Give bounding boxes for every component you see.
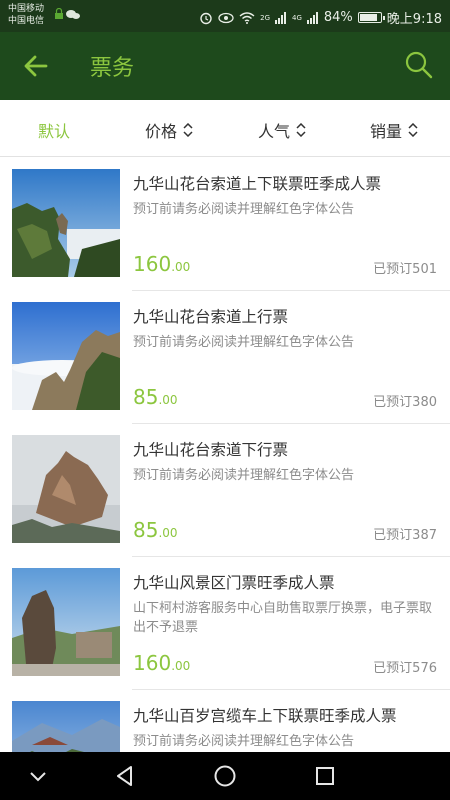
chevron-down-icon[interactable] [26,764,50,788]
status-right: 2G 4G 84% 晚上9:18 [199,8,442,27]
battery-percent: 84% [323,10,353,25]
ticket-thumbnail [12,568,120,676]
price-decimal: .00 [171,659,191,673]
ticket-name: 九华山花台索道上下联票旺季成人票 [133,175,382,193]
ticket-sold-count: 已预订387 [373,528,437,543]
ticket-name: 九华山百岁宫缆车上下联票旺季成人票 [133,707,397,725]
carrier-1: 中国移动 [8,4,45,14]
home-circle-icon[interactable] [213,764,237,788]
ticket-notice: 预订前请务必阅读并理解红色字体公告 [133,468,355,483]
ticket-thumbnail [12,701,120,752]
price-integer: 85 [133,518,159,542]
alarm-icon [200,12,212,24]
sort-sales[interactable]: 销量 [370,118,418,142]
ticket-thumbnail [12,169,120,277]
price-integer: 160 [133,252,172,276]
sort-price-label: 价格 [145,122,178,141]
price-decimal: .00 [171,260,191,274]
ticket-sold-count: 已预订380 [373,395,437,410]
ticket-notice: 预订前请务必阅读并理解红色字体公告 [133,202,355,217]
ticket-sold-count: 已预订501 [373,262,437,277]
back-triangle-icon[interactable] [113,764,137,788]
sort-default-label: 默认 [38,122,71,141]
ticket-price: 160.00 [133,252,190,276]
sort-sales-label: 销量 [370,122,403,141]
ticket-list[interactable]: 九华山花台索道上下联票旺季成人票 预订前请务必阅读并理解红色字体公告 160.0… [0,158,450,752]
ticket-sold-count: 已预订576 [373,661,437,676]
battery-fill [359,14,377,21]
price-integer: 160 [133,651,172,675]
ticket-price: 85.00 [133,385,178,409]
battery-icon [357,12,385,23]
ticket-notice: 山下柯村游客服务中心自助售取票厅换票，电子票取出不予退票 [133,601,433,635]
ticket-notice: 预订前请务必阅读并理解红色字体公告 [133,335,355,350]
network-type-2: 4G [292,13,302,22]
ticket-item[interactable]: 九华山花台索道下行票 预订前请务必阅读并理解红色字体公告 85.00 已预订38… [0,424,450,557]
ticket-item[interactable]: 九华山花台索道上下联票旺季成人票 预订前请务必阅读并理解红色字体公告 160.0… [0,158,450,291]
ticket-item[interactable]: 九华山花台索道上行票 预订前请务必阅读并理解红色字体公告 85.00 已预订38… [0,291,450,424]
price-decimal: .00 [158,393,178,407]
search-icon[interactable] [404,50,434,80]
ticket-price: 160.00 [133,651,190,675]
sort-toggle-icon [183,123,193,137]
signal-icon-2 [306,11,318,24]
network-type-1: 2G [260,13,270,22]
recents-square-icon[interactable] [313,764,337,788]
sort-popularity-label: 人气 [258,122,291,141]
sort-toggle-icon [296,123,306,137]
ticket-name: 九华山花台索道上行票 [133,308,289,326]
wifi-icon [239,11,255,24]
sort-price[interactable]: 价格 [145,118,193,142]
ticket-price: 85.00 [133,518,178,542]
lock-and-chat-icon [55,7,80,19]
app-bar: 票务 [0,32,450,100]
carrier-labels: 中国移动 中国电信 [8,3,44,27]
ticket-thumbnail [12,435,120,543]
ticket-name: 九华山风景区门票旺季成人票 [133,574,335,592]
ticket-thumbnail [12,302,120,410]
carrier-2: 中国电信 [8,16,45,26]
ticket-item[interactable]: 九华山百岁宫缆车上下联票旺季成人票 预订前请务必阅读并理解红色字体公告 [0,690,450,752]
price-decimal: .00 [158,526,178,540]
ticket-notice: 预订前请务必阅读并理解红色字体公告 [133,734,355,749]
price-integer: 85 [133,385,159,409]
page-title: 票务 [90,56,135,81]
signal-icon-1 [275,11,286,24]
sort-bar: 默认 价格 人气 销量 [0,100,450,157]
ticket-name: 九华山花台索道下行票 [133,441,289,459]
ticket-item[interactable]: 九华山风景区门票旺季成人票 山下柯村游客服务中心自助售取票厅换票，电子票取出不予… [0,557,450,690]
arrow-left-icon[interactable] [22,52,50,80]
notification-icons [54,7,82,23]
sort-popularity[interactable]: 人气 [258,118,306,142]
clock: 晚上9:18 [386,12,442,27]
sort-toggle-icon [408,123,418,137]
eye-icon [218,12,234,23]
system-nav-bar [0,752,450,800]
sort-default[interactable]: 默认 [38,118,70,142]
status-bar: 中国移动 中国电信 2G 4G 84% 晚上9:18 [0,0,450,32]
